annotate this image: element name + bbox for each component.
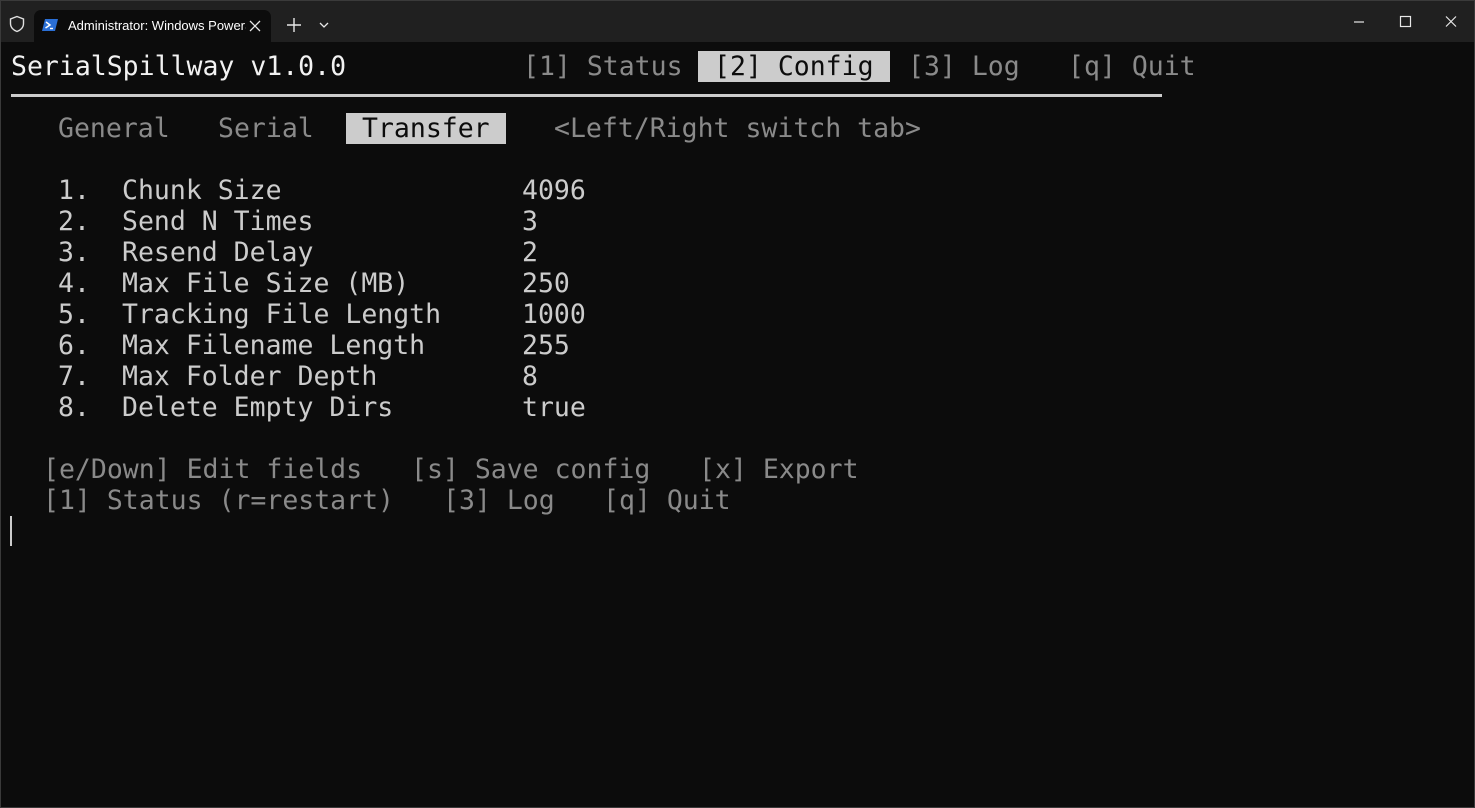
field-value[interactable]: 4096 (522, 175, 586, 206)
field-value[interactable]: true (522, 392, 586, 423)
header-divider (11, 94, 1162, 97)
terminal-tab[interactable]: Administrator: Windows PowerShell (34, 10, 271, 42)
field-label: Max Filename Length (122, 330, 426, 361)
subtab-general[interactable]: General (58, 113, 170, 144)
terminal-content[interactable]: SerialSpillway v1.0.0 [1] Status [2] Con… (1, 42, 1474, 807)
field-label: Resend Delay (122, 237, 314, 268)
close-icon[interactable] (244, 15, 266, 37)
field-number: 4. (58, 268, 90, 299)
field-value[interactable]: 255 (522, 330, 570, 361)
help-log[interactable]: [3] Log (443, 485, 555, 516)
chevron-down-icon[interactable] (314, 15, 334, 35)
subtab-hint: <Left/Right switch tab> (554, 113, 921, 144)
field-value[interactable]: 3 (522, 206, 538, 237)
field-number: 6. (58, 330, 90, 361)
field-number: 5. (58, 299, 90, 330)
field-label: Max File Size (MB) (122, 268, 410, 299)
field-label: Send N Times (122, 206, 314, 237)
field-label: Chunk Size (122, 175, 282, 206)
field-number: 2. (58, 206, 90, 237)
field-label: Delete Empty Dirs (122, 392, 394, 423)
field-number: 8. (58, 392, 90, 423)
help-export[interactable]: [x] Export (699, 454, 859, 485)
help-edit-fields[interactable]: [e/Down] Edit fields (43, 454, 362, 485)
field-value[interactable]: 250 (522, 268, 570, 299)
subtab-serial[interactable]: Serial (218, 113, 314, 144)
title-bar: Administrator: Windows PowerShell (1, 1, 1474, 42)
nav-quit[interactable]: [q] Quit (1068, 51, 1196, 82)
field-number: 7. (58, 361, 90, 392)
close-icon[interactable] (1428, 6, 1474, 38)
help-quit[interactable]: [q] Quit (603, 485, 731, 516)
help-save-config[interactable]: [s] Save config (411, 454, 650, 485)
shield-icon (9, 15, 25, 33)
field-label: Max Folder Depth (122, 361, 378, 392)
text-cursor (10, 516, 12, 546)
powershell-icon (42, 19, 58, 31)
field-label: Tracking File Length (122, 299, 442, 330)
terminal-window: Administrator: Windows PowerShell Serial… (0, 0, 1475, 808)
maximize-icon[interactable] (1382, 6, 1428, 38)
field-value[interactable]: 2 (522, 237, 538, 268)
app-title: SerialSpillway v1.0.0 (11, 51, 347, 82)
tab-title: Administrator: Windows PowerShell (68, 18, 246, 33)
field-number: 3. (58, 237, 90, 268)
help-status[interactable]: [1] Status (r=restart) (43, 485, 394, 516)
field-number: 1. (58, 175, 90, 206)
field-value[interactable]: 8 (522, 361, 538, 392)
subtab-transfer[interactable]: Transfer (346, 113, 506, 144)
minimize-icon[interactable] (1336, 6, 1382, 38)
field-value[interactable]: 1000 (522, 299, 586, 330)
nav-status[interactable]: [1] Status (523, 51, 683, 82)
nav-log[interactable]: [3] Log (908, 51, 1020, 82)
nav-config[interactable]: [2] Config (698, 51, 890, 82)
plus-icon[interactable] (283, 14, 305, 36)
